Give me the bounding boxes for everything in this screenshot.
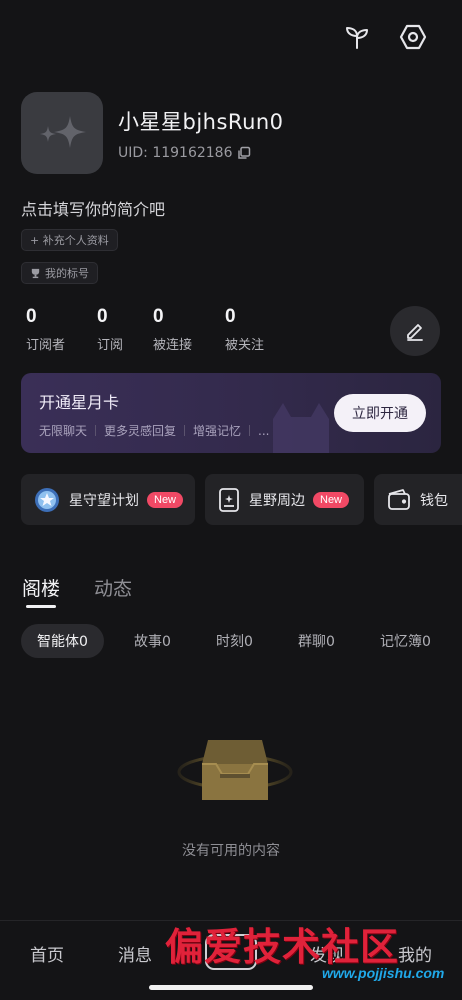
stat-value: 0 (225, 306, 236, 327)
filter-group-chats[interactable]: 群聊0 (298, 624, 335, 658)
cat-decoration-icon (273, 403, 329, 453)
watermark-url: www.pojjishu.com (322, 965, 445, 981)
card-book-icon (219, 487, 239, 512)
home-indicator[interactable] (149, 985, 313, 990)
stat-connected[interactable]: 0 被连接 (153, 306, 192, 353)
promo-title: 开通星月卡 (39, 393, 120, 412)
promo-feature: 增强记忆 (193, 424, 242, 438)
bio-prompt[interactable]: 点击填写你的简介吧 (21, 196, 165, 220)
card-label: 星守望计划 (69, 492, 139, 509)
stat-label: 订阅者 (26, 338, 66, 353)
uid-row: UID: 119162186 (118, 145, 251, 161)
star-merch-card[interactable]: 星野周边 New (205, 474, 364, 525)
settings-hex-icon[interactable] (396, 20, 430, 54)
edit-profile-button[interactable] (390, 306, 440, 356)
stat-subscriptions[interactable]: 0 订阅 (97, 306, 123, 353)
promo-features: 无限聊天 更多灵感回复 增强记忆 ... (39, 422, 270, 439)
divider (249, 425, 251, 436)
empty-box-icon (177, 740, 293, 800)
copy-icon[interactable] (237, 146, 251, 160)
star-watch-plan-card[interactable]: 星守望计划 New (21, 474, 195, 525)
my-badges-chip[interactable]: 我的标号 (21, 262, 98, 284)
activate-now-button[interactable]: 立即开通 (334, 394, 426, 432)
sparkle-icon (40, 116, 86, 148)
nickname: 小星星bjhsRun0 (118, 110, 284, 134)
supplement-profile-chip[interactable]: + 补充个人资料 (21, 229, 118, 251)
stat-followers[interactable]: 0 被关注 (225, 306, 264, 353)
avatar[interactable] (21, 92, 103, 174)
stat-label: 被关注 (225, 338, 265, 353)
watermark-title: 偏爱技术社区 (165, 924, 400, 969)
nav-mine[interactable]: 我的 (398, 941, 432, 966)
filter-moments[interactable]: 时刻0 (216, 624, 253, 658)
sprout-icon[interactable] (340, 20, 374, 54)
promo-feature: 更多灵感回复 (104, 424, 177, 438)
pencil-icon (407, 324, 423, 341)
filter-agents[interactable]: 智能体0 (21, 624, 104, 658)
stat-label: 订阅 (97, 338, 124, 353)
trophy-icon (31, 268, 40, 278)
stat-label: 被连接 (153, 338, 193, 353)
promo-feature: 无限聊天 (39, 424, 88, 438)
stat-value: 0 (97, 306, 108, 327)
nav-home[interactable]: 首页 (30, 941, 64, 966)
new-badge: New (313, 491, 350, 508)
stat-value: 0 (153, 306, 164, 327)
tab-active-indicator (26, 605, 56, 608)
filter-memory-book[interactable]: 记忆簿0 (380, 624, 431, 658)
wallet-card[interactable]: 钱包 (374, 474, 462, 525)
promo-feature: ... (258, 423, 270, 438)
tab-moments[interactable]: 动态 (94, 574, 132, 601)
stat-subscribers[interactable]: 0 订阅者 (26, 306, 65, 353)
uid-text: UID: 119162186 (118, 145, 233, 161)
star-badge-icon (35, 487, 59, 512)
card-label: 星野周边 (249, 492, 305, 509)
membership-promo-card[interactable]: 开通星月卡 无限聊天 更多灵感回复 增强记忆 ... 立即开通 (21, 373, 441, 453)
nav-messages[interactable]: 消息 (118, 941, 152, 966)
tab-attic[interactable]: 阁楼 (22, 574, 60, 601)
divider (184, 425, 186, 436)
divider (95, 425, 97, 436)
chip-label: + 补充个人资料 (30, 234, 109, 247)
new-badge: New (147, 491, 184, 508)
filter-stories[interactable]: 故事0 (134, 624, 171, 658)
empty-state-text: 没有可用的内容 (182, 843, 280, 859)
wallet-icon (388, 488, 410, 510)
chip-label: 我的标号 (45, 267, 89, 280)
card-label: 钱包 (420, 492, 448, 509)
stat-value: 0 (26, 306, 37, 327)
